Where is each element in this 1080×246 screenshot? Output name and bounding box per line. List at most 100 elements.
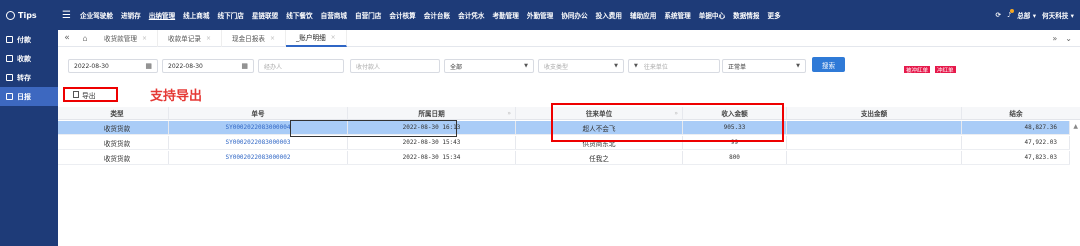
nav-item[interactable]: 系统管理	[660, 10, 694, 20]
bell-icon[interactable]: ♪	[1007, 9, 1015, 19]
export-button[interactable]: 导出	[63, 87, 118, 102]
table-row[interactable]: 收货货款 SY0002022083000004 2022-08-30 16:13 超人…	[58, 121, 1070, 135]
nav-item[interactable]: 投入费用	[592, 10, 626, 20]
caret-down-icon: ▼	[634, 63, 638, 69]
sort-icon[interactable]: »	[674, 110, 678, 117]
col-header-number[interactable]: 单号	[169, 107, 348, 119]
cell-type-value: 收货货款	[103, 124, 131, 133]
scroll-right-icon[interactable]: »	[1052, 34, 1057, 43]
col-header-date[interactable]: 所属日期 »	[348, 107, 516, 119]
calendar-icon[interactable]: ▦	[241, 62, 248, 70]
cell-date-value: 2022-08-30 15:43	[402, 139, 461, 146]
chevron-down-icon[interactable]: ⌄	[1065, 34, 1072, 43]
menu-item-icon	[6, 74, 13, 81]
search-button[interactable]: 搜索	[812, 57, 845, 72]
scroll-up-icon[interactable]: ▲	[1073, 123, 1078, 130]
nav-item[interactable]: 线上商城	[179, 10, 213, 20]
menu-item-icon	[6, 93, 13, 100]
tab[interactable]: 现金日报表 ×	[222, 29, 286, 47]
nav-item[interactable]: 会计核算	[385, 10, 419, 20]
collapse-left-icon[interactable]: «	[58, 33, 76, 43]
tab-label: 收款单记录	[168, 35, 201, 43]
tips-logo-icon	[6, 10, 15, 20]
sidebar-item[interactable]: 转存	[0, 68, 58, 87]
nav-item[interactable]: 更多	[764, 10, 785, 20]
branch-selector[interactable]: 总部 ▾	[1017, 10, 1036, 20]
nav-item[interactable]: 企业驾驶舱	[76, 10, 117, 20]
sidebar-item-label: 转存	[17, 73, 31, 82]
sidebar-item[interactable]: 收款	[0, 49, 58, 68]
close-icon[interactable]: ×	[142, 35, 147, 42]
cell-no-value[interactable]: SY0002022083000004	[225, 124, 290, 131]
col-header-type[interactable]: 类型	[66, 107, 169, 119]
col-header-partner[interactable]: 往来单位 »	[516, 107, 683, 119]
nav-item[interactable]: 自营商城	[317, 10, 351, 20]
table-row[interactable]: 收货货款 SY0002022083000003 2022-08-30 15:43 供货…	[58, 136, 1070, 150]
table-header: 类型 单号 所属日期 » 往来单位 » 收入金额 支出金额 结余	[58, 107, 1080, 120]
nav-item[interactable]: 会计台账	[420, 10, 454, 20]
type-select[interactable]: 收支类型 ▼	[538, 59, 624, 73]
nav-item[interactable]: 数据情报	[729, 10, 763, 20]
cell-no-value[interactable]: SY0002022083000002	[225, 154, 290, 161]
menu-item-icon	[6, 55, 13, 62]
cell-no[interactable]: SY0002022083000003	[169, 136, 348, 149]
nav-item[interactable]: 单据中心	[695, 10, 729, 20]
cell-balance: 47,922.03	[962, 136, 1070, 149]
cell-balance-value: 47,823.03	[1024, 154, 1057, 161]
sidebar-item-label: 付款	[17, 35, 31, 44]
cell-no[interactable]: SY0002022083000004	[169, 121, 348, 134]
filter-bar: 2022-08-30 ▦ 2022-08-30 ▦ 经办人 收付款人 全部 ▼ …	[58, 47, 1080, 87]
cell-income-value: 800	[729, 154, 740, 161]
cell-date: 2022-08-30 15:34	[348, 151, 516, 164]
nav-item[interactable]: 星链联盟	[248, 10, 282, 20]
nav-item[interactable]: 会计凭水	[454, 10, 488, 20]
tab[interactable]: 收货款管理 ×	[94, 29, 158, 47]
cell-income: 905.33	[683, 121, 787, 134]
date-to-field[interactable]: 2022-08-30 ▦	[162, 59, 254, 73]
close-icon[interactable]: ×	[331, 34, 336, 41]
nav-item[interactable]: 自营门店	[351, 10, 385, 20]
account-select[interactable]: 全部 ▼	[444, 59, 534, 73]
close-icon[interactable]: ×	[206, 35, 211, 42]
tab-label: _账户明细	[296, 34, 326, 42]
nav-item[interactable]: 出纳管理	[145, 10, 179, 20]
payee-input[interactable]: 收付款人	[350, 59, 440, 73]
main-nav: 企业驾驶舱 进销存 出纳管理 线上商城 线下门店 星链联盟 线下餐饮 自营商城 自营门店 会计核算…	[76, 10, 995, 20]
cell-no[interactable]: SY0002022083000002	[169, 151, 348, 164]
sort-icon[interactable]: »	[507, 110, 511, 117]
nav-item[interactable]: 辅助应用	[626, 10, 660, 20]
table-row[interactable]: 收货货款 SY0002022083000002 2022-08-30 15:34 任我…	[58, 151, 1070, 165]
reverse-tag[interactable]: 冲红单	[935, 66, 956, 74]
tab[interactable]: 收款单记录 ×	[158, 29, 222, 47]
home-icon[interactable]: ⌂	[76, 34, 94, 43]
company-selector[interactable]: 何天科技 ▾	[1042, 10, 1074, 20]
export-icon	[73, 91, 79, 98]
brand[interactable]: Tips	[0, 10, 62, 20]
cell-partner: 供货商东北	[516, 136, 683, 149]
settings-icon[interactable]: ⟳	[995, 11, 1001, 19]
cell-no-value[interactable]: SY0002022083000003	[225, 139, 290, 146]
col-header-balance[interactable]: 结余	[962, 107, 1070, 119]
menu-toggle-icon[interactable]: ☰	[62, 10, 72, 21]
status-select[interactable]: 正常单 ▼	[722, 59, 806, 73]
nav-item[interactable]: 协同办公	[557, 10, 591, 20]
caret-down-icon: ▼	[614, 63, 618, 69]
nav-item[interactable]: 考勤管理	[489, 10, 523, 20]
calendar-icon[interactable]: ▦	[145, 62, 152, 70]
handler-input[interactable]: 经办人	[258, 59, 344, 73]
tabs: 收货款管理 × 收款单记录 × 现金日报表 × _账户明细 ×	[94, 29, 347, 47]
close-icon[interactable]: ×	[270, 35, 275, 42]
partner-select[interactable]: ▼ 往来单位	[628, 59, 720, 73]
sidebar-item[interactable]: 日报	[0, 87, 58, 106]
col-header-income[interactable]: 收入金额	[683, 107, 787, 119]
date-from-field[interactable]: 2022-08-30 ▦	[68, 59, 158, 73]
red-reversed-tag[interactable]: 被冲红单	[904, 66, 931, 74]
tab[interactable]: _账户明细 ×	[286, 29, 347, 47]
sidebar-item[interactable]: 付款	[0, 30, 58, 49]
nav-item[interactable]: 线下门店	[214, 10, 248, 20]
nav-item[interactable]: 外勤管理	[523, 10, 557, 20]
col-header-expense[interactable]: 支出金额	[787, 107, 962, 119]
status-select-value: 正常单	[728, 63, 747, 71]
nav-item[interactable]: 进销存	[117, 10, 145, 20]
nav-item[interactable]: 线下餐饮	[282, 10, 316, 20]
